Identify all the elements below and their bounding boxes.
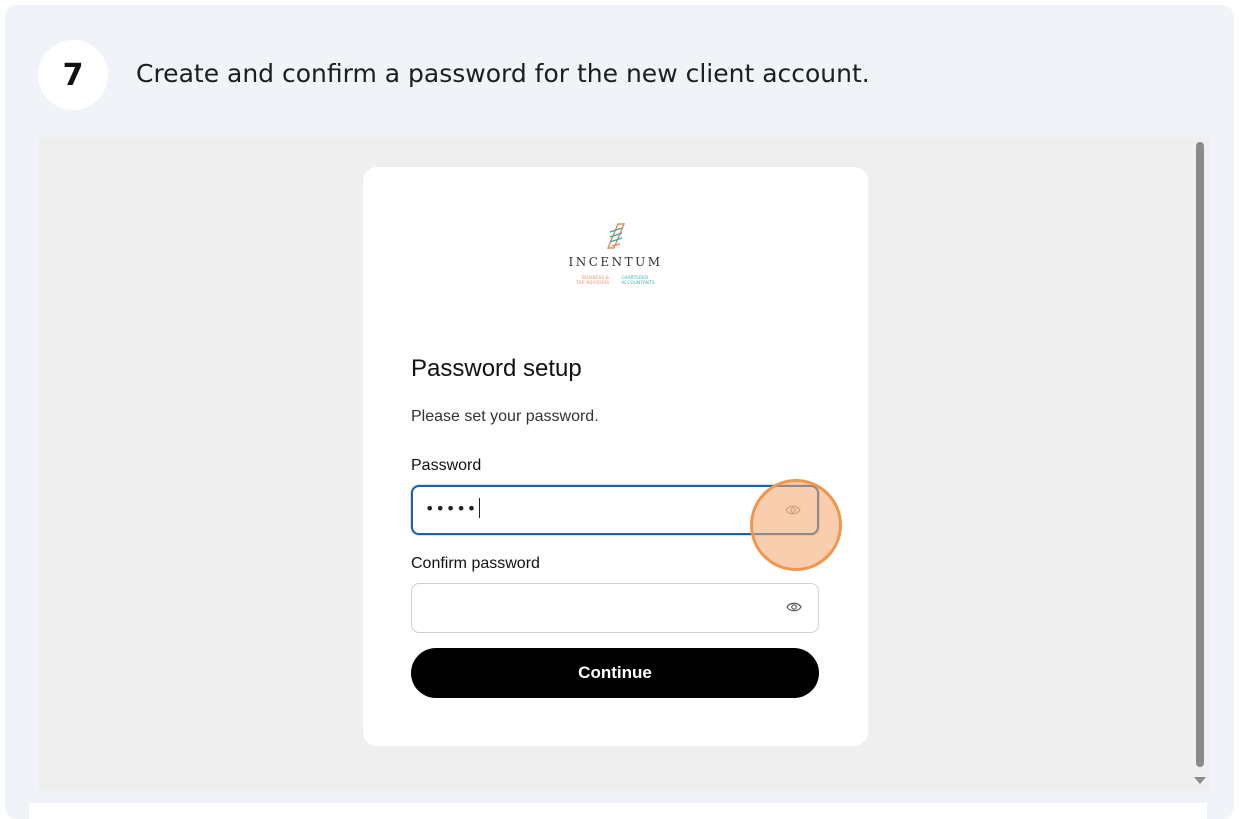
- eye-icon[interactable]: [786, 601, 802, 613]
- logo-sub-right-2: ACCOUNTANTS: [621, 280, 655, 285]
- embedded-screenshot: INCENTUM BUSINESS & TAX ADVISORS CHARTER…: [39, 137, 1211, 791]
- logo-sub-left-2: TAX ADVISORS: [576, 280, 610, 285]
- logo-mark-icon: [606, 223, 625, 249]
- password-label: Password: [411, 457, 482, 474]
- confirm-password-input[interactable]: [411, 583, 819, 633]
- step-card: 7 Create and confirm a password for the …: [5, 5, 1234, 819]
- form-title: Password setup: [411, 355, 582, 382]
- step-number-badge: 7: [38, 40, 108, 110]
- password-setup-card: INCENTUM BUSINESS & TAX ADVISORS CHARTER…: [363, 167, 868, 746]
- logo-subtitle: BUSINESS & TAX ADVISORS CHARTERED ACCOUN…: [363, 275, 868, 285]
- text-caret: [479, 498, 481, 518]
- confirm-password-label: Confirm password: [411, 555, 540, 572]
- continue-button[interactable]: Continue: [411, 648, 819, 698]
- form-subtitle: Please set your password.: [411, 408, 599, 425]
- scroll-down-arrow-icon[interactable]: [1194, 777, 1206, 784]
- scrollbar-thumb[interactable]: [1196, 142, 1204, 767]
- company-logo: INCENTUM BUSINESS & TAX ADVISORS CHARTER…: [363, 222, 868, 285]
- step-instruction: Create and confirm a password for the ne…: [136, 59, 870, 88]
- password-value: •••••: [425, 499, 478, 518]
- click-highlight-circle: [750, 479, 842, 571]
- logo-name: INCENTUM: [568, 255, 663, 269]
- next-step-edge: [29, 803, 1207, 819]
